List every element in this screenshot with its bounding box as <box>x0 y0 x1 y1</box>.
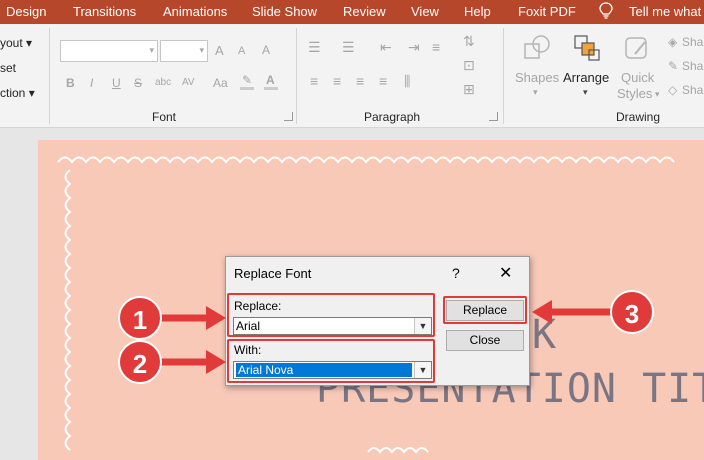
callout-arrows <box>160 300 612 374</box>
callout-badge-1: 1 <box>118 296 162 340</box>
callout-badge-2: 2 <box>118 340 162 384</box>
callout-badge-3: 3 <box>610 290 654 334</box>
